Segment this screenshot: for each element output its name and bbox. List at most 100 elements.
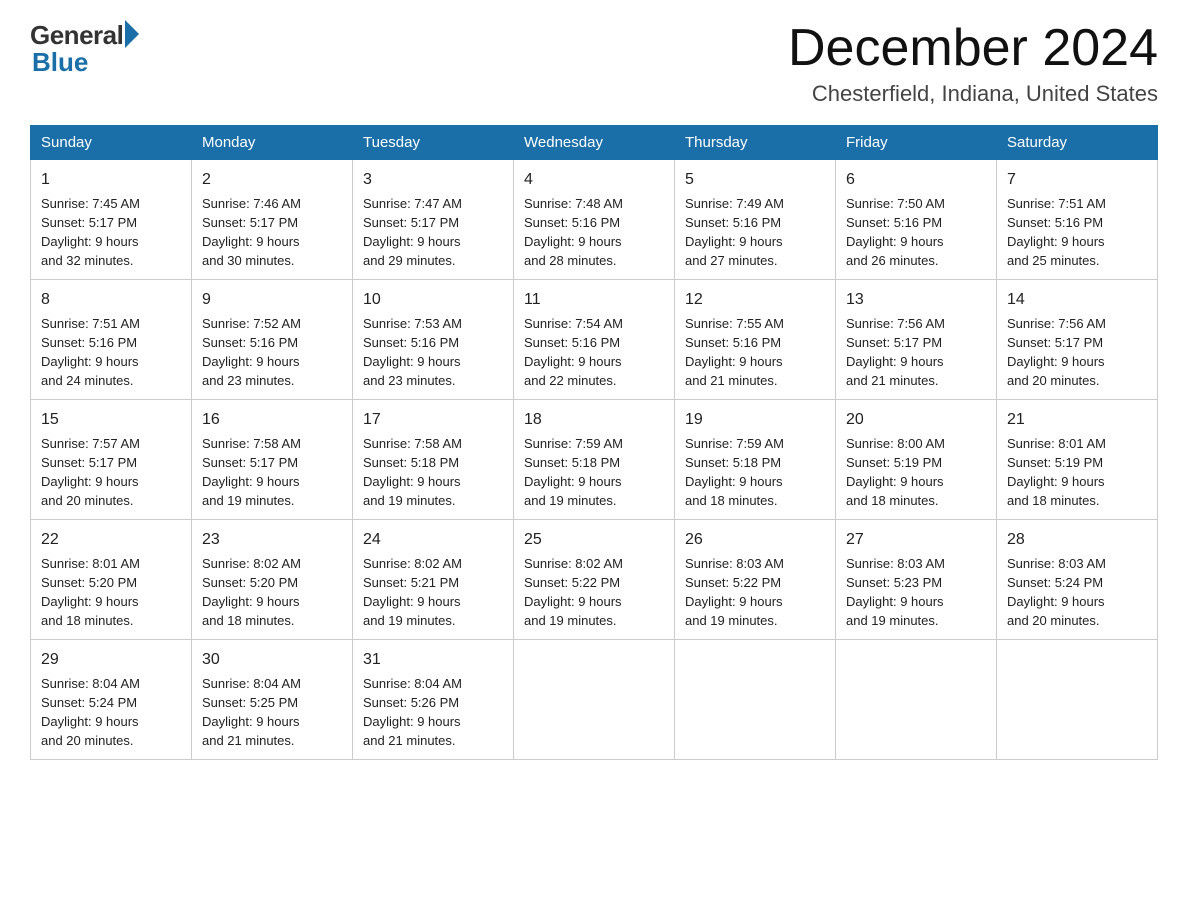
day-info: Sunrise: 8:04 AMSunset: 5:26 PMDaylight:…	[363, 675, 503, 750]
day-info: Sunrise: 8:03 AMSunset: 5:23 PMDaylight:…	[846, 555, 986, 630]
calendar-cell: 21 Sunrise: 8:01 AMSunset: 5:19 PMDayligh…	[997, 400, 1158, 520]
day-info: Sunrise: 7:56 AMSunset: 5:17 PMDaylight:…	[846, 315, 986, 390]
day-number: 11	[524, 288, 664, 311]
calendar-cell: 27 Sunrise: 8:03 AMSunset: 5:23 PMDayligh…	[836, 520, 997, 640]
calendar-table: SundayMondayTuesdayWednesdayThursdayFrid…	[30, 125, 1158, 760]
day-info: Sunrise: 7:45 AMSunset: 5:17 PMDaylight:…	[41, 195, 181, 270]
day-number: 29	[41, 648, 181, 671]
day-number: 12	[685, 288, 825, 311]
calendar-cell: 6 Sunrise: 7:50 AMSunset: 5:16 PMDaylight…	[836, 160, 997, 280]
day-number: 14	[1007, 288, 1147, 311]
calendar-cell: 30 Sunrise: 8:04 AMSunset: 5:25 PMDayligh…	[192, 640, 353, 760]
header-tuesday: Tuesday	[353, 126, 514, 160]
calendar-cell: 5 Sunrise: 7:49 AMSunset: 5:16 PMDaylight…	[675, 160, 836, 280]
calendar-cell: 19Sunrise: 7:59 AMSunset: 5:18 PMDayligh…	[675, 400, 836, 520]
calendar-cell	[675, 640, 836, 760]
calendar-cell: 10Sunrise: 7:53 AMSunset: 5:16 PMDayligh…	[353, 280, 514, 400]
calendar-cell	[836, 640, 997, 760]
day-info: Sunrise: 7:57 AMSunset: 5:17 PMDaylight:…	[41, 435, 181, 510]
location-title: Chesterfield, Indiana, United States	[788, 81, 1158, 107]
day-info: Sunrise: 8:04 AMSunset: 5:25 PMDaylight:…	[202, 675, 342, 750]
day-number: 26	[685, 528, 825, 551]
day-number: 30	[202, 648, 342, 671]
day-number: 31	[363, 648, 503, 671]
header-monday: Monday	[192, 126, 353, 160]
header-saturday: Saturday	[997, 126, 1158, 160]
day-info: Sunrise: 7:58 AMSunset: 5:17 PMDaylight:…	[202, 435, 342, 510]
day-info: Sunrise: 7:46 AMSunset: 5:17 PMDaylight:…	[202, 195, 342, 270]
header-wednesday: Wednesday	[514, 126, 675, 160]
day-number: 9	[202, 288, 342, 311]
day-number: 3	[363, 168, 503, 191]
day-number: 22	[41, 528, 181, 551]
calendar-cell: 16 Sunrise: 7:58 AMSunset: 5:17 PMDayligh…	[192, 400, 353, 520]
logo-blue-text: Blue	[32, 47, 88, 78]
calendar-week-5: 29 Sunrise: 8:04 AMSunset: 5:24 PMDayligh…	[31, 640, 1158, 760]
day-number: 7	[1007, 168, 1147, 191]
calendar-cell: 20Sunrise: 8:00 AMSunset: 5:19 PMDayligh…	[836, 400, 997, 520]
day-info: Sunrise: 7:58 AMSunset: 5:18 PMDaylight:…	[363, 435, 503, 510]
calendar-cell: 22 Sunrise: 8:01 AMSunset: 5:20 PMDayligh…	[31, 520, 192, 640]
calendar-cell: 24Sunrise: 8:02 AMSunset: 5:21 PMDayligh…	[353, 520, 514, 640]
calendar-cell: 4 Sunrise: 7:48 AMSunset: 5:16 PMDaylight…	[514, 160, 675, 280]
day-number: 27	[846, 528, 986, 551]
day-info: Sunrise: 8:03 AMSunset: 5:22 PMDaylight:…	[685, 555, 825, 630]
day-number: 23	[202, 528, 342, 551]
day-info: Sunrise: 7:50 AMSunset: 5:16 PMDaylight:…	[846, 195, 986, 270]
day-number: 18	[524, 408, 664, 431]
logo-arrow-icon	[125, 20, 139, 48]
day-info: Sunrise: 7:52 AMSunset: 5:16 PMDaylight:…	[202, 315, 342, 390]
calendar-cell: 23 Sunrise: 8:02 AMSunset: 5:20 PMDayligh…	[192, 520, 353, 640]
day-info: Sunrise: 7:59 AMSunset: 5:18 PMDaylight:…	[524, 435, 664, 510]
calendar-week-2: 8Sunrise: 7:51 AMSunset: 5:16 PMDaylight…	[31, 280, 1158, 400]
header-sunday: Sunday	[31, 126, 192, 160]
day-info: Sunrise: 8:01 AMSunset: 5:19 PMDaylight:…	[1007, 435, 1147, 510]
day-info: Sunrise: 8:02 AMSunset: 5:22 PMDaylight:…	[524, 555, 664, 630]
page-header: General Blue December 2024 Chesterfield,…	[30, 20, 1158, 107]
day-info: Sunrise: 8:01 AMSunset: 5:20 PMDaylight:…	[41, 555, 181, 630]
day-info: Sunrise: 8:04 AMSunset: 5:24 PMDaylight:…	[41, 675, 181, 750]
day-number: 17	[363, 408, 503, 431]
calendar-cell: 2Sunrise: 7:46 AMSunset: 5:17 PMDaylight…	[192, 160, 353, 280]
day-info: Sunrise: 7:49 AMSunset: 5:16 PMDaylight:…	[685, 195, 825, 270]
calendar-cell: 31 Sunrise: 8:04 AMSunset: 5:26 PMDayligh…	[353, 640, 514, 760]
calendar-cell: 8Sunrise: 7:51 AMSunset: 5:16 PMDaylight…	[31, 280, 192, 400]
day-number: 16	[202, 408, 342, 431]
calendar-cell: 17 Sunrise: 7:58 AMSunset: 5:18 PMDayligh…	[353, 400, 514, 520]
logo: General Blue	[30, 20, 139, 78]
day-number: 5	[685, 168, 825, 191]
calendar-cell: 28Sunrise: 8:03 AMSunset: 5:24 PMDayligh…	[997, 520, 1158, 640]
day-info: Sunrise: 7:51 AMSunset: 5:16 PMDaylight:…	[41, 315, 181, 390]
day-info: Sunrise: 7:55 AMSunset: 5:16 PMDaylight:…	[685, 315, 825, 390]
day-info: Sunrise: 7:47 AMSunset: 5:17 PMDaylight:…	[363, 195, 503, 270]
day-info: Sunrise: 8:02 AMSunset: 5:20 PMDaylight:…	[202, 555, 342, 630]
day-number: 21	[1007, 408, 1147, 431]
calendar-cell: 26 Sunrise: 8:03 AMSunset: 5:22 PMDayligh…	[675, 520, 836, 640]
day-info: Sunrise: 7:53 AMSunset: 5:16 PMDaylight:…	[363, 315, 503, 390]
day-number: 15	[41, 408, 181, 431]
day-number: 25	[524, 528, 664, 551]
day-number: 6	[846, 168, 986, 191]
calendar-week-4: 22 Sunrise: 8:01 AMSunset: 5:20 PMDayligh…	[31, 520, 1158, 640]
calendar-cell: 3 Sunrise: 7:47 AMSunset: 5:17 PMDaylight…	[353, 160, 514, 280]
calendar-cell	[997, 640, 1158, 760]
day-info: Sunrise: 7:48 AMSunset: 5:16 PMDaylight:…	[524, 195, 664, 270]
calendar-header-row: SundayMondayTuesdayWednesdayThursdayFrid…	[31, 126, 1158, 160]
day-number: 19	[685, 408, 825, 431]
month-title: December 2024	[788, 20, 1158, 77]
day-number: 4	[524, 168, 664, 191]
header-friday: Friday	[836, 126, 997, 160]
calendar-cell: 11 Sunrise: 7:54 AMSunset: 5:16 PMDayligh…	[514, 280, 675, 400]
title-area: December 2024 Chesterfield, Indiana, Uni…	[788, 20, 1158, 107]
day-info: Sunrise: 7:51 AMSunset: 5:16 PMDaylight:…	[1007, 195, 1147, 270]
day-number: 13	[846, 288, 986, 311]
calendar-cell: 1Sunrise: 7:45 AMSunset: 5:17 PMDaylight…	[31, 160, 192, 280]
day-info: Sunrise: 7:54 AMSunset: 5:16 PMDaylight:…	[524, 315, 664, 390]
calendar-cell: 12 Sunrise: 7:55 AMSunset: 5:16 PMDayligh…	[675, 280, 836, 400]
calendar-cell: 29 Sunrise: 8:04 AMSunset: 5:24 PMDayligh…	[31, 640, 192, 760]
day-number: 20	[846, 408, 986, 431]
calendar-cell: 13 Sunrise: 7:56 AMSunset: 5:17 PMDayligh…	[836, 280, 997, 400]
calendar-week-3: 15 Sunrise: 7:57 AMSunset: 5:17 PMDayligh…	[31, 400, 1158, 520]
calendar-body: 1Sunrise: 7:45 AMSunset: 5:17 PMDaylight…	[31, 160, 1158, 760]
calendar-cell: 15 Sunrise: 7:57 AMSunset: 5:17 PMDayligh…	[31, 400, 192, 520]
